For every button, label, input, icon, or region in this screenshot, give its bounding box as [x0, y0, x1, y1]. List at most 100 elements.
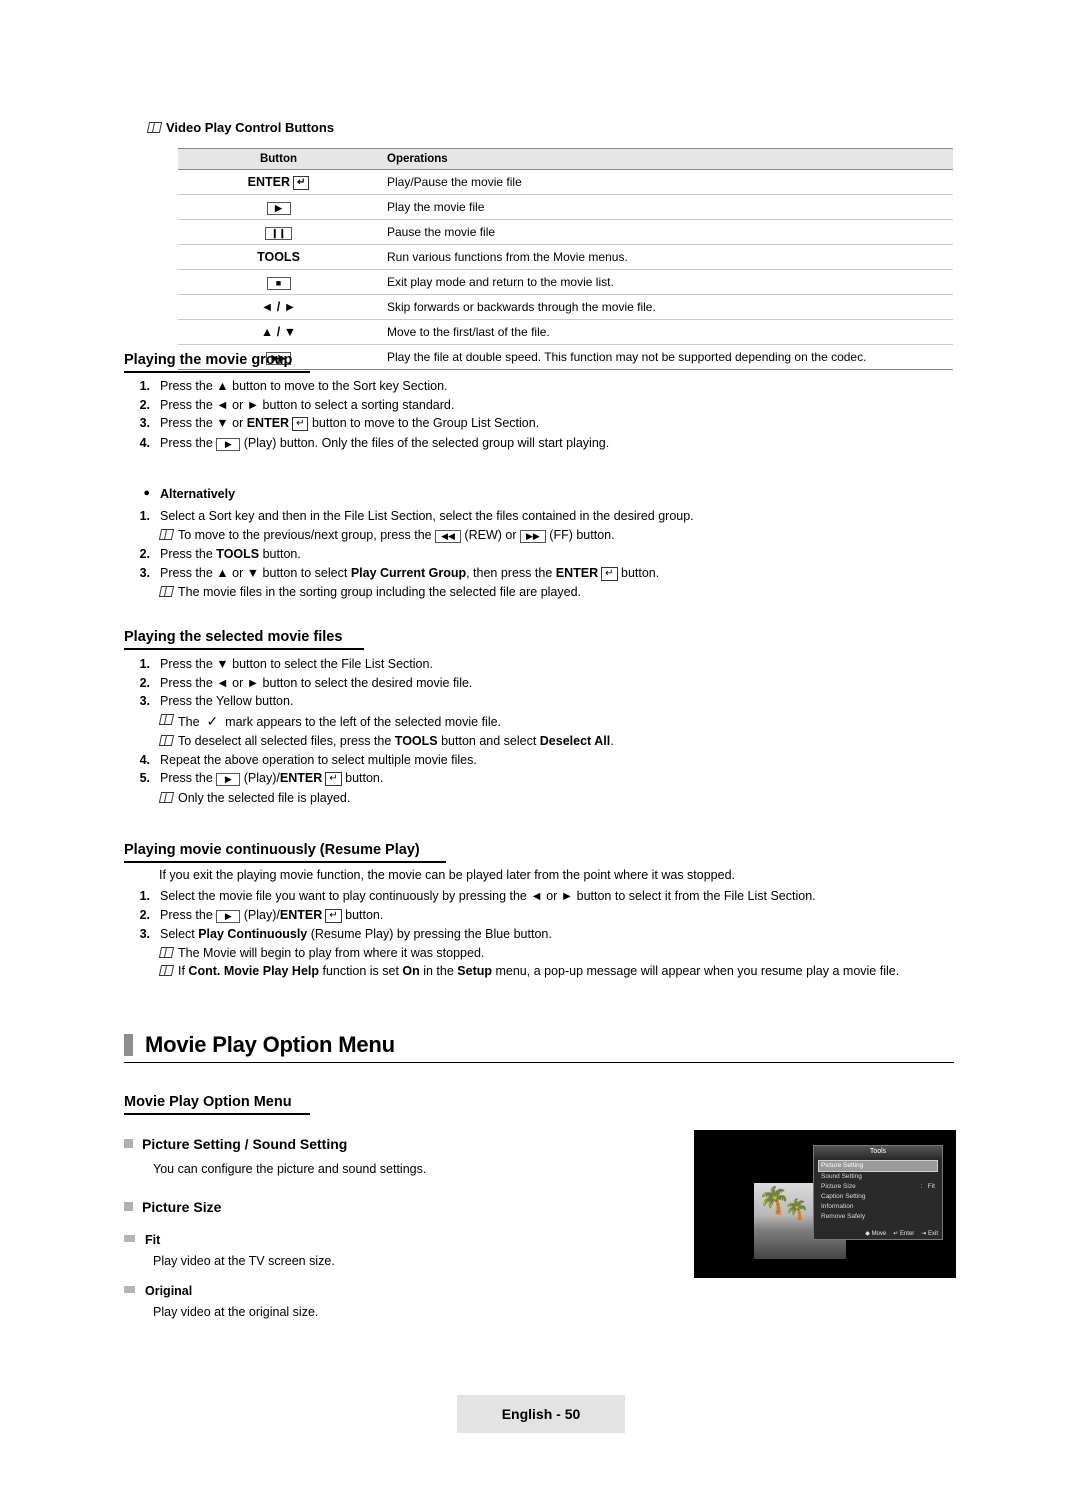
list-item: 2. Press the ◄ or ► button to select a so…	[124, 398, 954, 412]
option-picture-sound-desc: You can configure the picture and sound …	[153, 1162, 427, 1176]
table-row: ■ Exit play mode and return to the movie…	[178, 269, 953, 295]
menu-item-label: Information	[821, 1203, 854, 1210]
list-item: 1. Press the ▼ button to select the File …	[124, 657, 954, 671]
fastforward-icon: ▶▶	[519, 529, 546, 543]
list-item-text: Press the ▶ (Play) button. Only the file…	[160, 435, 610, 451]
menu-item-information[interactable]: Information	[818, 1202, 938, 1212]
option-original-desc: Play video at the original size.	[153, 1305, 319, 1319]
col-header-operations: Operations	[379, 148, 953, 170]
list-item-text: Press the ▲ button to move to the Sort k…	[160, 379, 448, 393]
list-item-text: Press the ▶ (Play)/ENTER ↵ button.	[160, 907, 384, 923]
button-tools: TOOLS	[178, 244, 379, 270]
note-line: To deselect all selected files, press th…	[124, 734, 954, 748]
footer-exit: ⇥ Exit	[921, 1231, 938, 1237]
table-row: ▶ Play the movie file	[178, 194, 953, 220]
menu-item-sound-setting[interactable]: Sound Setting	[818, 1172, 938, 1182]
list-playing-selected-files: 1. Press the ▼ button to select the File …	[124, 657, 954, 809]
button-up-down: ▲ / ▼	[178, 319, 379, 345]
heading-resume-play: Playing movie continuously (Resume Play)	[124, 842, 446, 863]
manual-page: Video Play Control Buttons Button Operat…	[0, 0, 1080, 1488]
operation-text: Run various functions from the Movie men…	[379, 244, 953, 270]
chapter-bar-icon	[124, 1034, 133, 1056]
list-item-text: Press the ◄ or ► button to select the de…	[160, 675, 473, 690]
stop-icon: ■	[266, 276, 291, 290]
note-line: The Movie will begin to play from where …	[124, 946, 964, 960]
option-label: Picture Size	[142, 1199, 222, 1215]
note-icon	[160, 528, 173, 540]
note-line: The ✓ mark appears to the left of the se…	[124, 713, 954, 730]
note-text: Only the selected file is played.	[178, 790, 351, 805]
note-text: Video Play Control Buttons	[166, 120, 335, 135]
menu-item-label: Caption Setting	[821, 1193, 866, 1200]
option-original: Original	[124, 1284, 192, 1298]
tools-menu: Tools Picture Setting Sound Setting Pict…	[813, 1145, 943, 1240]
note-text: If Cont. Movie Play Help function is set…	[178, 964, 900, 978]
menu-item-label: Picture Setting	[821, 1162, 864, 1169]
footer-move: ◆ Move	[865, 1231, 887, 1237]
list-item: 4. Press the ▶ (Play) button. Only the fi…	[124, 436, 954, 451]
menu-item-label: Picture Size	[821, 1183, 856, 1190]
option-picture-size: Picture Size	[124, 1199, 221, 1215]
list-item-text: Select Play Continuously (Resume Play) b…	[160, 927, 552, 941]
list-item: 1. Select a Sort key and then in the File…	[124, 509, 954, 523]
tools-menu-list: Picture Setting Sound Setting Picture Si…	[814, 1158, 942, 1226]
table-row: ❙❙ Pause the movie file	[178, 219, 953, 245]
note-icon	[160, 964, 173, 976]
note-icon	[160, 713, 173, 725]
col-header-button: Button	[178, 148, 379, 170]
operation-text: Play the movie file	[379, 194, 953, 220]
list-item: 2. Press the TOOLS button.	[124, 547, 954, 561]
operation-text: Move to the first/last of the file.	[379, 319, 953, 345]
alternatively-label: Alternatively	[160, 487, 236, 501]
note-text: The movie files in the sorting group inc…	[178, 585, 582, 599]
menu-item-value: : Fit	[920, 1183, 935, 1190]
note-line: If Cont. Movie Play Help function is set…	[124, 964, 964, 978]
alternatively-heading: ● Alternatively	[124, 487, 954, 501]
operation-text: Skip forwards or backwards through the m…	[379, 294, 953, 320]
tools-menu-footer: ◆ Move ↵ Enter ⇥ Exit	[814, 1226, 942, 1239]
resume-play-intro: If you exit the playing movie function, …	[159, 868, 736, 882]
table-row: ▲ / ▼ Move to the first/last of the file…	[178, 319, 953, 345]
list-item: 5. Press the ▶ (Play)/ENTER ↵ button.	[124, 771, 954, 786]
option-fit-desc: Play video at the TV screen size.	[153, 1254, 335, 1268]
rewind-icon: ◀◀	[435, 529, 461, 543]
play-icon: ▶	[216, 909, 241, 923]
menu-item-picture-setting[interactable]: Picture Setting	[818, 1160, 938, 1172]
list-item: 4. Repeat the above operation to select m…	[124, 753, 954, 767]
note-icon	[160, 585, 173, 597]
pause-icon: ❙❙	[264, 226, 293, 240]
note-icon	[148, 121, 161, 133]
enter-icon: ↵	[325, 772, 342, 786]
list-playing-movie-group: 1. Press the ▲ button to move to the Sort…	[124, 379, 954, 455]
menu-item-picture-size[interactable]: Picture Size : Fit	[818, 1182, 938, 1192]
list-item-text: Press the ◄ or ► button to select a sort…	[160, 397, 455, 412]
option-fit: Fit	[124, 1233, 160, 1247]
note-line: To move to the previous/next group, pres…	[124, 528, 954, 543]
note-icon	[160, 946, 173, 958]
operation-text: Play the file at double speed. This func…	[379, 344, 953, 370]
note-text: The ✓ mark appears to the left of the se…	[178, 712, 502, 729]
menu-item-caption-setting[interactable]: Caption Setting	[818, 1192, 938, 1202]
note-text: The Movie will begin to play from where …	[178, 945, 485, 960]
button-enter: ENTER ↵	[178, 169, 379, 195]
enter-icon: ↵	[325, 908, 342, 923]
list-item-text: Press the ▼ or ENTER ↵ button to move to …	[160, 416, 540, 431]
operation-text: Pause the movie file	[379, 219, 953, 245]
button-play: ▶	[178, 194, 379, 220]
option-picture-sound-setting: Picture Setting / Sound Setting	[124, 1136, 347, 1152]
footer-enter: ↵ Enter	[893, 1231, 915, 1237]
tv-screenshot: 🌴 🌴 🌴 Tools Picture Setting Sound Settin…	[694, 1130, 956, 1278]
heading-playing-movie-group: Playing the movie group	[124, 352, 310, 373]
list-alternatively: ● Alternatively 1. Select a Sort key and …	[124, 487, 954, 604]
menu-item-remove-safely[interactable]: Remove Safely	[818, 1212, 938, 1222]
option-label: Picture Setting / Sound Setting	[142, 1136, 348, 1152]
note-line: The movie files in the sorting group inc…	[124, 585, 954, 599]
note-icon	[160, 791, 173, 803]
menu-item-label: Remove Safely	[821, 1213, 866, 1220]
list-item-text: Select the movie file you want to play c…	[160, 889, 816, 903]
heading-movie-play-option-menu: Movie Play Option Menu	[124, 1094, 310, 1115]
button-left-right: ◄ / ►	[178, 294, 379, 320]
list-item: 3. Press the Yellow button.	[124, 694, 954, 708]
option-label: Fit	[145, 1233, 161, 1247]
enter-icon: ↵	[292, 175, 310, 190]
